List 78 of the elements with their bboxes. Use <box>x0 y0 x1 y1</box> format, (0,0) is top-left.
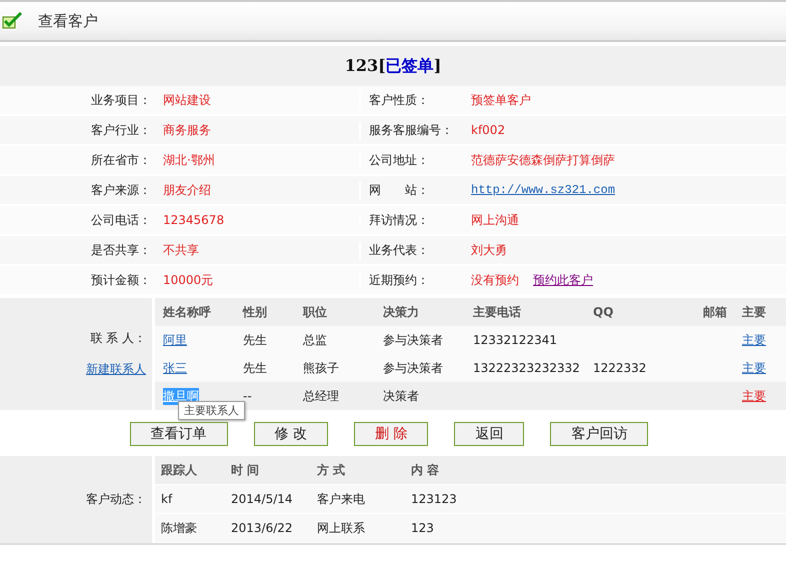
field-value: 朋友介绍 <box>155 182 361 198</box>
appointment-link[interactable]: 预约此客户 <box>533 272 593 288</box>
field-label: 拜访情况： <box>368 212 430 228</box>
field-value: 预签单客户 <box>471 92 531 108</box>
column-header: QQ <box>593 305 614 319</box>
table-cell-text: 2014/5/14 <box>231 492 294 506</box>
field-value: 刘大勇 <box>471 242 507 258</box>
checkbox-tick-icon <box>2 12 24 30</box>
table-cell-text: 总经理 <box>303 388 340 404</box>
table-cell-text: 客户来电 <box>317 490 366 508</box>
field-value: 10000元 <box>155 272 361 288</box>
tooltip: 主要联系人 <box>178 401 245 420</box>
table-cell-text: 先生 <box>243 332 268 348</box>
field-value: 网站建设 <box>155 92 361 108</box>
field-label: 客户行业： <box>90 122 152 138</box>
column-header: 内 容 <box>411 462 440 478</box>
table-cell-text: 123123 <box>411 492 458 506</box>
table-cell-text: 先生 <box>243 360 268 376</box>
contact-name-link[interactable]: 阿里 <box>163 332 187 348</box>
field-label: 预计金额： <box>90 272 152 288</box>
field-label: 客户性质： <box>368 92 430 108</box>
field-value: 湖北·鄂州 <box>155 152 361 168</box>
table-cell-text: 12332122341 <box>473 333 558 347</box>
field-label: 网 站： <box>368 182 430 198</box>
field-value: 范德萨安德森倒萨打算倒萨 <box>471 152 615 168</box>
column-header: 性别 <box>243 304 268 320</box>
table-cell-text: 123 <box>411 521 435 535</box>
table-cell-text: 总监 <box>303 332 328 348</box>
page-title: 查看客户 <box>38 12 98 30</box>
column-header: 主要 <box>742 304 767 320</box>
column-header: 职位 <box>303 304 328 320</box>
field-value: 商务服务 <box>155 122 361 138</box>
field-label: 客户来源： <box>90 182 152 198</box>
field-label: 是否共享： <box>90 242 152 258</box>
website-link[interactable]: http://www.sz321.com <box>471 183 616 197</box>
table-cell-text: 2013/6/22 <box>231 521 294 535</box>
field-value: 不共享 <box>155 242 361 258</box>
table-cell-text: 参与决策者 <box>383 332 444 348</box>
field-value: 没有预约 <box>471 272 519 288</box>
table-cell-text: 网上联系 <box>317 520 366 536</box>
field-value: kf002 <box>471 123 506 137</box>
field-label: 业务代表： <box>368 242 430 258</box>
table-cell-text: 参与决策者 <box>383 360 444 376</box>
field-label: 服务客服编号： <box>368 122 454 138</box>
contact-name-link[interactable]: 张三 <box>163 360 187 376</box>
table-cell-text: -- <box>243 389 253 403</box>
field-value: 12345678 <box>155 213 361 227</box>
table-cell-text: 决策者 <box>383 388 420 404</box>
field-value: 网上沟通 <box>471 212 519 228</box>
field-label: 公司地址： <box>368 152 430 168</box>
field-label: 所在省市： <box>90 152 152 168</box>
action-button[interactable]: 查看订单 <box>130 422 228 446</box>
table-cell-text: 1222332 <box>593 361 648 375</box>
field-label: 业务项目： <box>90 92 152 108</box>
column-header: 时 间 <box>231 462 260 478</box>
primary-link[interactable]: 主要 <box>742 360 786 376</box>
column-header: 姓名称呼 <box>163 304 212 320</box>
column-header: 方 式 <box>317 462 346 478</box>
table-cell-text: 13222323232332 <box>473 361 581 375</box>
column-header: 主要电话 <box>473 304 522 320</box>
action-button[interactable]: 客户回访 <box>550 422 648 446</box>
column-header: 邮箱 <box>703 304 728 320</box>
action-button[interactable]: 返回 <box>454 422 524 446</box>
table-cell-text: 熊孩子 <box>303 360 340 376</box>
column-header: 决策力 <box>383 304 420 320</box>
field-label: 公司电话： <box>90 212 152 228</box>
customer-title: 123[已签单] <box>344 56 442 76</box>
primary-link[interactable]: 主要 <box>742 332 786 348</box>
column-header: 跟踪人 <box>161 462 198 478</box>
table-cell-text: kf <box>161 492 174 506</box>
new-contact-link[interactable]: 新建联系人 <box>86 361 146 378</box>
action-button[interactable]: 修 改 <box>254 422 328 446</box>
contacts-label: 联 系 人： <box>90 330 146 347</box>
primary-link[interactable]: 主要 <box>742 388 786 404</box>
table-cell-text: 陈增豪 <box>161 520 198 536</box>
tracking-label: 客户动态： <box>86 491 146 508</box>
field-label: 近期预约： <box>368 272 430 288</box>
action-button[interactable]: 删 除 <box>354 422 428 446</box>
